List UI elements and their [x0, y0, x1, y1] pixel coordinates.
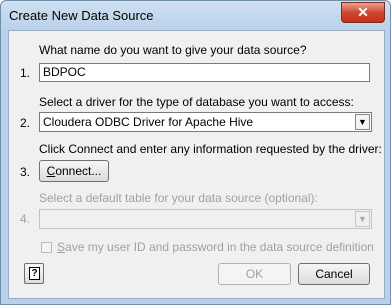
step-3-number: 3. — [20, 165, 31, 179]
connect-label: onnect... — [55, 164, 102, 178]
ok-button[interactable]: OK — [218, 263, 291, 285]
save-credentials-label-accel: S — [57, 240, 66, 254]
data-source-name-input[interactable]: BDPOC — [39, 63, 370, 82]
step-4-number: 4. — [20, 212, 31, 226]
dropdown-arrow-icon[interactable]: ▼ — [355, 211, 370, 227]
default-table-prompt-label: Select a default table for your data sou… — [39, 191, 318, 205]
close-icon: ✕ — [357, 4, 369, 20]
name-prompt-label: What name do you want to give your data … — [39, 43, 307, 57]
connect-label-accel: C — [46, 164, 56, 178]
connect-prompt-label: Click Connect and enter any information … — [39, 142, 382, 156]
save-credentials-label: Save my user ID and password in the data… — [57, 240, 374, 254]
dialog-body: What name do you want to give your data … — [8, 30, 385, 299]
driver-select[interactable]: Cloudera ODBC Driver for Apache Hive ▼ — [39, 112, 372, 132]
dropdown-arrow-icon[interactable]: ▼ — [355, 114, 370, 130]
driver-prompt-label: Select a driver for the type of database… — [39, 95, 354, 109]
save-credentials-checkbox[interactable] — [41, 242, 52, 253]
driver-select-value: Cloudera ODBC Driver for Apache Hive — [43, 115, 254, 129]
step-2-number: 2. — [20, 116, 31, 130]
save-credentials-label-text: ave my user ID and password in the data … — [65, 240, 374, 254]
close-button[interactable]: ✕ — [341, 2, 385, 23]
help-icon: ? — [29, 267, 40, 280]
cancel-button[interactable]: Cancel — [298, 263, 370, 285]
dialog-title: Create New Data Source — [9, 8, 154, 23]
help-button[interactable]: ? — [24, 263, 44, 284]
step-1-number: 1. — [20, 66, 31, 80]
connect-button[interactable]: Connect... — [39, 160, 109, 182]
default-table-select[interactable]: ▼ — [39, 209, 372, 229]
dialog-window: Create New Data Source ✕ What name do yo… — [0, 0, 391, 305]
title-bar: Create New Data Source ✕ — [1, 1, 390, 31]
